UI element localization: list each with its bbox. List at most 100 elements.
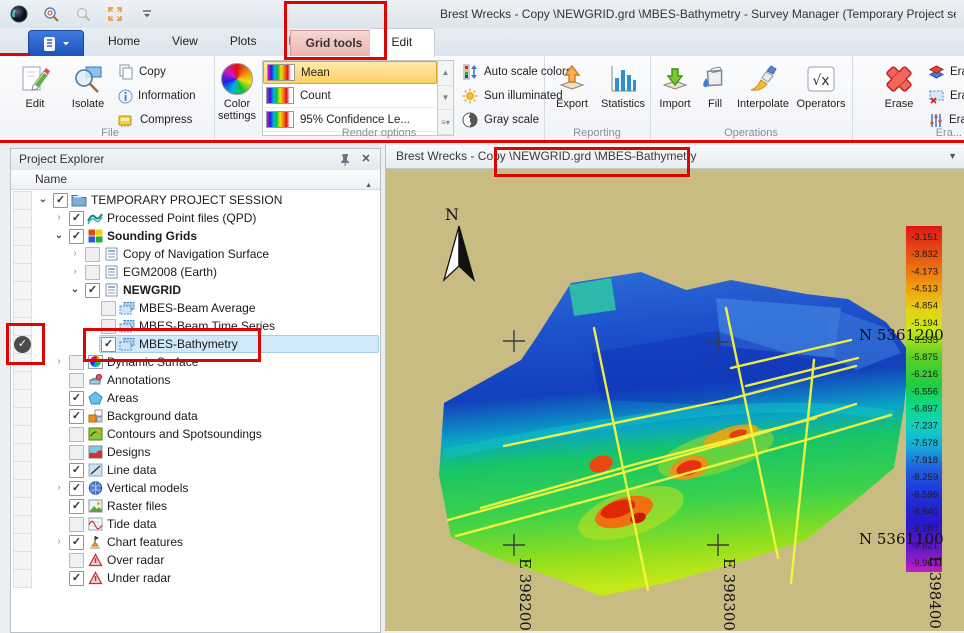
gutter-cell[interactable] (13, 407, 32, 426)
tree-row-tide-data[interactable]: Tide data (33, 515, 379, 533)
chevron-expanded-icon[interactable]: ⌄ (69, 283, 81, 297)
visibility-checkbox[interactable]: ✓ (69, 229, 84, 244)
era--button[interactable]: Era... (928, 62, 964, 82)
visibility-checkbox[interactable]: ✓ (69, 499, 84, 514)
import-button[interactable]: Import (654, 59, 696, 125)
tree-row-mbes-bathymetry[interactable]: ✓ MBES-Bathymetry (33, 335, 379, 353)
export-button[interactable]: Export (550, 59, 594, 125)
gallery-item-mean[interactable]: Mean (263, 61, 437, 84)
tree-row-copy-of-navigation-surface[interactable]: › Copy of Navigation Surface (33, 245, 379, 263)
gutter-active-check-icon[interactable]: ✓ (14, 336, 31, 353)
visibility-checkbox[interactable] (69, 517, 84, 532)
tree-item-label[interactable]: EGM2008 (Earth) (123, 265, 217, 279)
qat-dropdown-icon[interactable] (136, 3, 158, 25)
application-menu-button[interactable] (28, 30, 84, 57)
visibility-checkbox[interactable]: ✓ (69, 535, 84, 550)
interpolate-button[interactable]: Interpolate (734, 59, 792, 125)
edit-button[interactable]: Edit (12, 59, 58, 125)
tree-item-label[interactable]: Tide data (107, 517, 157, 531)
tree-row-vertical-models[interactable]: › ✓ Vertical models (33, 479, 379, 497)
gutter-cell[interactable] (13, 497, 32, 516)
gutter-cell[interactable] (13, 461, 32, 480)
tree-row-dynamic-surface[interactable]: › Dynamic Surface (33, 353, 379, 371)
visibility-checkbox[interactable]: ✓ (69, 571, 84, 586)
visibility-checkbox[interactable] (69, 553, 84, 568)
visibility-checkbox[interactable]: ✓ (69, 211, 84, 226)
tab-view[interactable]: View (156, 28, 214, 56)
tree-item-label[interactable]: Raster files (107, 499, 167, 513)
fill-button[interactable]: Fill (698, 59, 732, 125)
tree-row-processed-point-files-qpd-[interactable]: ›✓Processed Point files (QPD) (33, 209, 379, 227)
gallery-item-count[interactable]: Count (263, 84, 437, 108)
tree-row-chart-features[interactable]: ›✓Chart features (33, 533, 379, 551)
visibility-checkbox[interactable] (69, 445, 84, 460)
tab-plots[interactable]: Plots (214, 28, 273, 56)
era--button[interactable]: Era... (928, 110, 964, 130)
zoom-in-icon[interactable] (40, 3, 62, 25)
gutter-cell[interactable] (13, 191, 32, 210)
tree-item-label[interactable]: Dynamic Surface (107, 355, 198, 369)
visibility-checkbox[interactable]: ✓ (53, 193, 68, 208)
tree-item-label[interactable]: Under radar (107, 571, 171, 585)
gutter-cell[interactable] (13, 209, 32, 228)
visibility-checkbox[interactable]: ✓ (85, 283, 100, 298)
map-canvas[interactable]: N E 398200 E 398300 -3.151-3.832-4.173-4… (386, 168, 964, 631)
app-logo-icon[interactable] (8, 3, 30, 25)
tree-item-label[interactable]: NEWGRID (123, 283, 181, 297)
tree-item-label[interactable]: Copy of Navigation Surface (123, 247, 269, 261)
color-settings-button[interactable]: Color settings (214, 59, 260, 125)
visibility-checkbox[interactable]: ✓ (69, 409, 84, 424)
map-view-panel[interactable]: Brest Wrecks - Copy \NEWGRID.grd \MBES-B… (385, 145, 964, 631)
tree-row-raster-files[interactable]: ✓ Raster files (33, 497, 379, 515)
tree-row-designs[interactable]: Designs (33, 443, 379, 461)
gutter-cell[interactable] (13, 425, 32, 444)
information-button[interactable]: Information (118, 86, 196, 106)
era--button[interactable]: Era... (928, 86, 964, 106)
chevron-expanded-icon[interactable]: ⌄ (37, 193, 49, 207)
gutter-cell[interactable] (13, 551, 32, 570)
chevron-collapsed-icon[interactable]: › (69, 247, 81, 261)
tree-row-contours-and-spotsoundings[interactable]: Contours and Spotsoundings (33, 425, 379, 443)
contextual-tab-group[interactable]: Grid tools (290, 30, 378, 56)
compress-button[interactable]: Compress (118, 110, 192, 130)
tree-column-header[interactable]: Name ▲ (11, 170, 380, 190)
isolate-button[interactable]: Isolate (62, 59, 114, 125)
tree-row-over-radar[interactable]: Over radar (33, 551, 379, 569)
erase-button[interactable]: Erase (876, 59, 922, 125)
visibility-checkbox[interactable] (101, 301, 116, 316)
gutter-cell[interactable] (13, 389, 32, 408)
tree-item-label[interactable]: Chart features (107, 535, 183, 549)
gallery-up-icon[interactable]: ▲ (438, 61, 453, 86)
tree-item-label[interactable]: Contours and Spotsoundings (107, 427, 262, 441)
tree-item-label[interactable]: Sounding Grids (107, 229, 197, 243)
visibility-checkbox[interactable] (69, 373, 84, 388)
visibility-checkbox[interactable] (85, 265, 100, 280)
tree-item-label[interactable]: Vertical models (107, 481, 188, 495)
gutter-cell[interactable] (13, 227, 32, 246)
gutter-cell[interactable] (13, 245, 32, 264)
tree-row-egm2008-earth-[interactable]: › EGM2008 (Earth) (33, 263, 379, 281)
visibility-checkbox[interactable]: ✓ (101, 337, 116, 352)
tree-row-mbes-beam-average[interactable]: MBES-Beam Average (33, 299, 379, 317)
gutter-cell[interactable] (13, 443, 32, 462)
visibility-checkbox[interactable] (85, 247, 100, 262)
visibility-checkbox[interactable] (69, 355, 84, 370)
tree-item-label[interactable]: MBES-Beam Average (139, 301, 256, 315)
tree-item-label[interactable]: MBES-Bathymetry (139, 337, 238, 351)
chevron-collapsed-icon[interactable]: › (53, 481, 65, 495)
tree-item-label[interactable]: MBES-Beam Time Series (139, 319, 275, 333)
visibility-checkbox[interactable] (69, 427, 84, 442)
gutter-cell[interactable] (13, 515, 32, 534)
tree-row-areas[interactable]: ✓Areas (33, 389, 379, 407)
chevron-collapsed-icon[interactable]: › (53, 355, 65, 369)
tree-item-label[interactable]: Areas (107, 391, 138, 405)
gutter-cell[interactable] (13, 371, 32, 390)
chevron-collapsed-icon[interactable]: › (69, 265, 81, 279)
gutter-cell[interactable] (13, 569, 32, 588)
tree-row-temporary-project-session[interactable]: ⌄ ✓ TEMPORARY PROJECT SESSION (33, 191, 379, 209)
tree-row-newgrid[interactable]: ⌄ ✓ NEWGRID (33, 281, 379, 299)
visibility-checkbox[interactable]: ✓ (69, 481, 84, 496)
tab-edit[interactable]: Edit (369, 28, 436, 57)
tree-item-label[interactable]: TEMPORARY PROJECT SESSION (91, 193, 282, 207)
tree-item-label[interactable]: Designs (107, 445, 150, 459)
